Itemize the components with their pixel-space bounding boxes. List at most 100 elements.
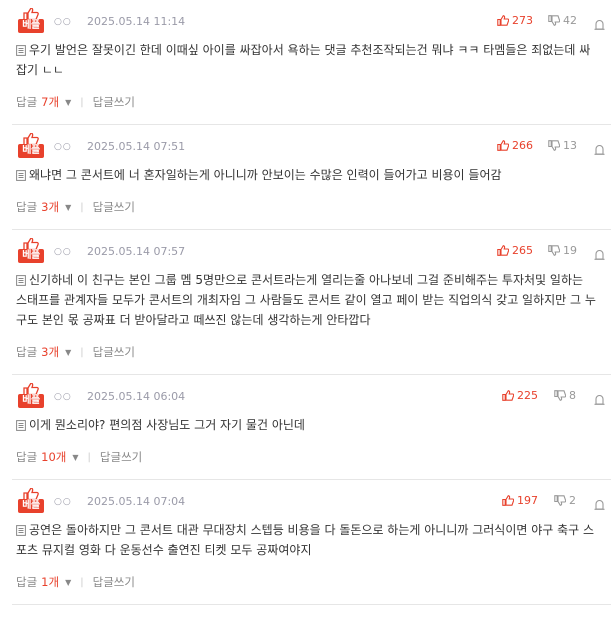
report-icon — [594, 144, 605, 155]
comment-header: 베플 ○○ 2025.05.14 07:04 197 2 — [16, 480, 611, 516]
caret-down-icon: ▼ — [65, 577, 72, 587]
thumbs-down-icon — [554, 390, 566, 401]
comment-body: 왜냐면 그 콘서트에 너 혼자일하는게 아니니까 안보이는 수많은 인력이 들어… — [29, 168, 502, 182]
comment-item: 베플 ○○ 2025.05.14 11:14 273 42 우기 발언은 잘못이… — [12, 0, 611, 125]
reply-count: 7개 — [41, 95, 60, 109]
reply-toggle[interactable]: 답글 7개 ▼ — [16, 94, 71, 110]
report-button[interactable] — [594, 495, 605, 514]
best-label: 베플 — [18, 19, 44, 33]
comment-text: 왜냐면 그 콘서트에 너 혼자일하는게 아니니까 안보이는 수많은 인력이 들어… — [16, 165, 611, 185]
report-icon — [594, 249, 605, 260]
report-button[interactable] — [594, 245, 605, 264]
comment-header: 베플 ○○ 2025.05.14 11:14 273 42 — [16, 0, 611, 36]
like-button[interactable]: 273 — [497, 14, 533, 27]
reply-label: 답글 — [16, 345, 38, 359]
best-comment-badge: 베플 — [18, 133, 44, 159]
report-icon — [594, 19, 605, 30]
thumbs-down-icon — [548, 245, 560, 256]
divider: | — [80, 201, 84, 213]
comment-item: 베플 ○○ 2025.05.14 07:57 265 19 신기하네 이 친구는… — [12, 230, 611, 375]
write-reply-button[interactable]: 답글쓰기 — [93, 344, 135, 360]
best-comment-badge: 베플 — [18, 238, 44, 264]
dislike-count: 8 — [569, 389, 576, 402]
like-count: 197 — [517, 494, 538, 507]
dislike-count: 19 — [563, 244, 577, 257]
thumbs-down-icon — [548, 140, 560, 151]
thumbs-up-icon — [497, 245, 509, 256]
comment-date: 2025.05.14 07:51 — [87, 140, 186, 153]
best-comment-badge: 베플 — [18, 383, 44, 409]
comment-header: 베플 ○○ 2025.05.14 07:57 265 19 — [16, 230, 611, 266]
comment-body: 우기 발언은 잘못이긴 한데 이때싶 아이를 싸잡아서 욕하는 댓글 추천조작되… — [16, 43, 591, 77]
author-name[interactable]: ○○ — [54, 392, 72, 402]
comment-text: 공연은 돌아하지만 그 콘서트 대관 무대장치 스텝등 비용을 다 돌돈으로 하… — [16, 520, 611, 560]
thumbs-up-icon — [497, 15, 509, 26]
comment-date: 2025.05.14 11:14 — [87, 15, 186, 28]
write-reply-button[interactable]: 답글쓰기 — [100, 449, 142, 465]
report-button[interactable] — [594, 15, 605, 34]
comment-date: 2025.05.14 07:57 — [87, 245, 186, 258]
comment-header: 베플 ○○ 2025.05.14 06:04 225 8 — [16, 375, 611, 411]
like-count: 225 — [517, 389, 538, 402]
best-comment-badge: 베플 — [18, 8, 44, 34]
reply-count: 3개 — [41, 200, 60, 214]
dislike-button[interactable]: 13 — [548, 139, 577, 152]
like-button[interactable]: 266 — [497, 139, 533, 152]
write-reply-button[interactable]: 답글쓰기 — [93, 94, 135, 110]
reply-count: 10개 — [41, 450, 67, 464]
dislike-button[interactable]: 8 — [554, 389, 576, 402]
write-reply-button[interactable]: 답글쓰기 — [93, 574, 135, 590]
comment-footer: 답글 3개 ▼ | 답글쓰기 — [16, 330, 611, 374]
comment-body: 이게 뭔소리야? 편의점 사장님도 그거 자기 물건 아닌데 — [29, 418, 305, 432]
reply-toggle[interactable]: 답글 1개 ▼ — [16, 574, 71, 590]
report-icon — [594, 499, 605, 510]
thumbs-up-icon — [497, 140, 509, 151]
caret-down-icon: ▼ — [72, 452, 79, 462]
caret-down-icon: ▼ — [65, 202, 72, 212]
thumbs-up-icon — [502, 495, 514, 506]
best-label: 베플 — [18, 249, 44, 263]
comment-footer: 답글 10개 ▼ | 답글쓰기 — [16, 435, 611, 479]
caret-down-icon: ▼ — [65, 347, 72, 357]
document-icon — [16, 525, 26, 536]
reply-toggle[interactable]: 답글 3개 ▼ — [16, 199, 71, 215]
like-button[interactable]: 225 — [502, 389, 538, 402]
comment-footer: 답글 1개 ▼ | 답글쓰기 — [16, 560, 611, 604]
reply-toggle[interactable]: 답글 10개 ▼ — [16, 449, 79, 465]
thumbs-down-icon — [554, 495, 566, 506]
dislike-count: 42 — [563, 14, 577, 27]
thumbs-up-icon — [502, 390, 514, 401]
dislike-count: 13 — [563, 139, 577, 152]
document-icon — [16, 45, 26, 56]
dislike-count: 2 — [569, 494, 576, 507]
report-button[interactable] — [594, 390, 605, 409]
reply-label: 답글 — [16, 450, 38, 464]
reply-toggle[interactable]: 답글 3개 ▼ — [16, 344, 71, 360]
author-name[interactable]: ○○ — [54, 142, 72, 152]
comment-body: 공연은 돌아하지만 그 콘서트 대관 무대장치 스텝등 비용을 다 돌돈으로 하… — [16, 523, 595, 557]
dislike-button[interactable]: 19 — [548, 244, 577, 257]
like-count: 265 — [512, 244, 533, 257]
author-name[interactable]: ○○ — [54, 497, 72, 507]
dislike-button[interactable]: 42 — [548, 14, 577, 27]
divider: | — [80, 346, 84, 358]
like-button[interactable]: 265 — [497, 244, 533, 257]
author-name[interactable]: ○○ — [54, 17, 72, 27]
document-icon — [16, 170, 26, 181]
best-label: 베플 — [18, 394, 44, 408]
like-button[interactable]: 197 — [502, 494, 538, 507]
comment-text: 우기 발언은 잘못이긴 한데 이때싶 아이를 싸잡아서 욕하는 댓글 추천조작되… — [16, 40, 611, 80]
reply-label: 답글 — [16, 95, 38, 109]
like-count: 273 — [512, 14, 533, 27]
report-button[interactable] — [594, 140, 605, 159]
comment-date: 2025.05.14 06:04 — [87, 390, 186, 403]
best-label: 베플 — [18, 499, 44, 513]
comment-footer: 답글 7개 ▼ | 답글쓰기 — [16, 80, 611, 124]
comment-item: 베플 ○○ 2025.05.14 06:04 225 8 이게 뭔소리야? 편의… — [12, 375, 611, 480]
like-count: 266 — [512, 139, 533, 152]
comment-item: 베플 ○○ 2025.05.14 07:04 197 2 공연은 돌아하지만 그… — [12, 480, 611, 605]
dislike-button[interactable]: 2 — [554, 494, 576, 507]
divider: | — [80, 576, 84, 588]
write-reply-button[interactable]: 답글쓰기 — [93, 199, 135, 215]
author-name[interactable]: ○○ — [54, 247, 72, 257]
